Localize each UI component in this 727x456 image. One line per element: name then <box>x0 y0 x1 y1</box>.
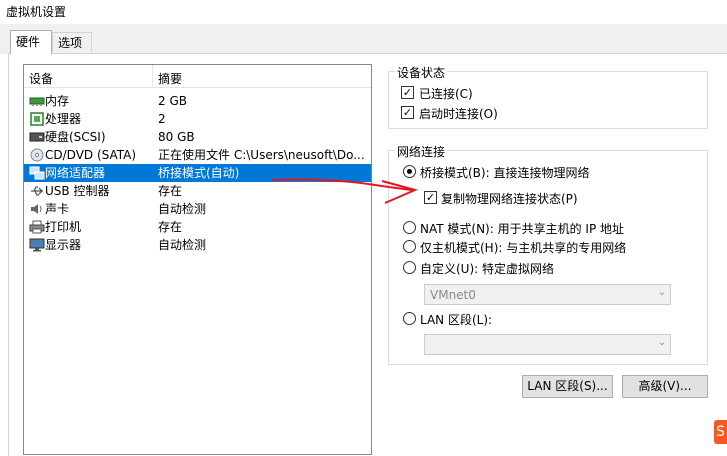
annotation-line <box>271 178 413 191</box>
annotation-arrow <box>271 178 419 204</box>
app-logo-icon: S <box>714 420 727 444</box>
tab-hardware[interactable]: 硬件 <box>10 30 52 54</box>
annotation-arrowhead <box>381 180 419 204</box>
